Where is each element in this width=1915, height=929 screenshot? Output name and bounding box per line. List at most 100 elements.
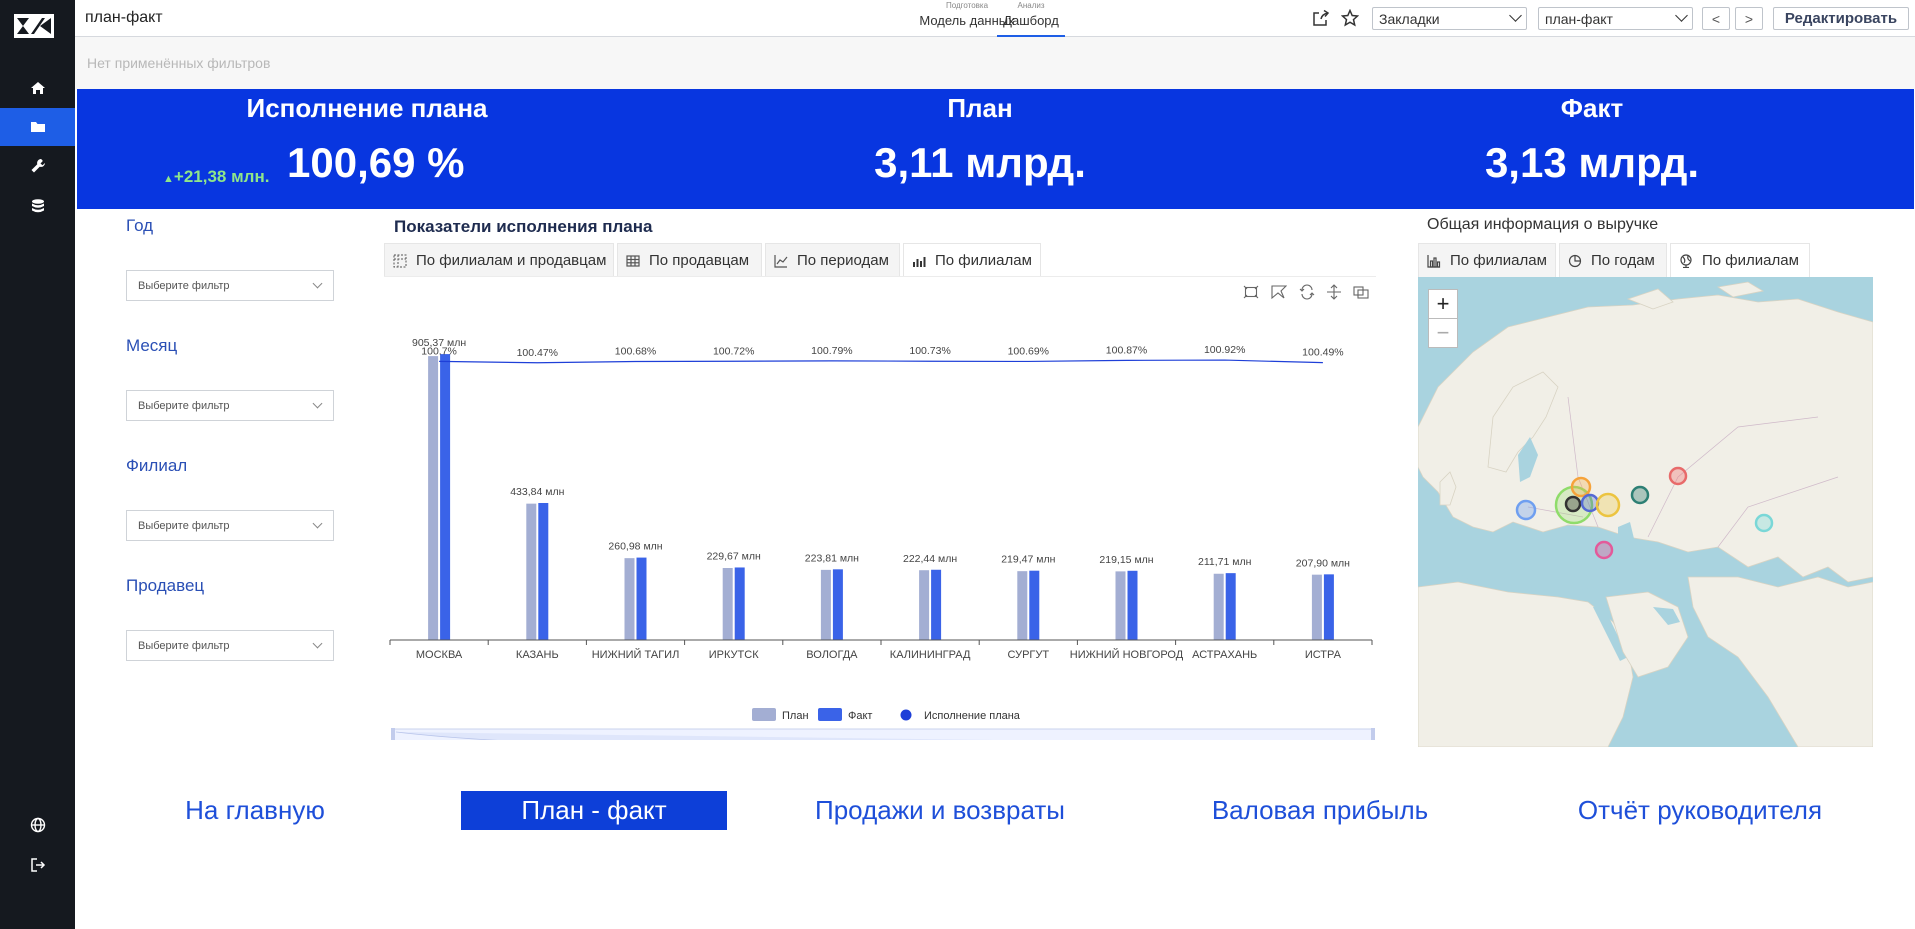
zoom-reset-icon[interactable] <box>1271 284 1287 300</box>
nav-home-link[interactable]: На главную <box>160 791 350 830</box>
filter-branch-select[interactable]: Выберите фильтр <box>126 510 334 541</box>
switch-type-icon[interactable] <box>1326 284 1342 300</box>
star-icon[interactable] <box>1340 8 1360 28</box>
map-marker-istra[interactable] <box>1564 495 1582 513</box>
tab-by-sellers[interactable]: По продавцам <box>617 243 762 277</box>
map-marker-vologda[interactable] <box>1570 476 1592 498</box>
bar-plan[interactable] <box>919 570 930 640</box>
home-icon[interactable] <box>0 69 75 107</box>
bar-plan[interactable] <box>1115 571 1126 640</box>
legend-label[interactable]: План <box>782 710 809 722</box>
bar-fact[interactable] <box>734 567 745 640</box>
kpi-plan-value: 3,11 млрд. <box>874 139 1086 186</box>
legend-swatch[interactable] <box>900 709 912 721</box>
filter-month-label: Месяц <box>126 336 178 355</box>
nav-manager-report-link[interactable]: Отчёт руководителя <box>1565 791 1835 830</box>
tab-dashboard[interactable]: Анализ Дашборд <box>997 0 1065 37</box>
map-tab-by-branches-map[interactable]: По филиалам <box>1670 243 1810 277</box>
bar-plan[interactable] <box>1213 573 1224 640</box>
bar-plan[interactable] <box>428 356 439 640</box>
save-image-icon[interactable] <box>1353 284 1369 300</box>
kpi-execution-value: 100,69 % <box>287 139 465 186</box>
filter-branch-placeholder: Выберите фильтр <box>138 520 230 532</box>
restore-icon[interactable] <box>1299 284 1315 300</box>
report-select-value: план-факт <box>1545 11 1613 27</box>
kpi-plan-title: План <box>947 93 1013 123</box>
map-zoom-out-button[interactable]: − <box>1428 318 1458 348</box>
execution-line[interactable] <box>439 359 1323 364</box>
bar-fact[interactable] <box>1127 570 1138 640</box>
bar-plan[interactable] <box>1311 574 1322 640</box>
data-zoom-handle-left[interactable] <box>391 728 395 740</box>
revenue-map[interactable] <box>1418 277 1873 747</box>
filter-seller-placeholder: Выберите фильтр <box>138 640 230 652</box>
chart-title: Показатели исполнения плана <box>394 217 653 236</box>
tab-by-branches-and-sellers[interactable]: По филиалам и продавцам <box>384 243 614 277</box>
database-icon[interactable] <box>0 187 75 225</box>
filter-month-select[interactable]: Выберите фильтр <box>126 390 334 421</box>
x-tick-label: ВОЛОГДА <box>806 649 858 661</box>
share-icon[interactable] <box>1311 8 1331 28</box>
legend-swatch[interactable] <box>818 708 842 721</box>
globe-icon[interactable] <box>0 806 75 844</box>
bar-plan[interactable] <box>1017 571 1028 640</box>
line-value-label: 100.79% <box>811 345 852 357</box>
edit-button[interactable]: Редактировать <box>1773 7 1909 30</box>
filter-branch-label: Филиал <box>126 456 188 475</box>
bookmarks-select[interactable]: Закладки <box>1372 7 1527 30</box>
bar-fact[interactable] <box>440 354 451 640</box>
nav-plan-fact-link[interactable]: План - факт <box>461 791 727 830</box>
data-zoom-handle-right[interactable] <box>1371 728 1375 740</box>
map-marker-n-tagil[interactable] <box>1630 485 1650 505</box>
map-marker-astrakhan[interactable] <box>1594 540 1614 560</box>
map-marker-irkutsk[interactable] <box>1754 513 1774 533</box>
map-marker-surgut[interactable] <box>1668 466 1688 486</box>
tab-label: По филиалам <box>935 252 1032 269</box>
filter-seller-select[interactable]: Выберите фильтр <box>126 630 334 661</box>
bar-value-label: 433,84 млн <box>510 486 564 498</box>
legend-label[interactable]: Факт <box>848 710 872 722</box>
report-select[interactable]: план-факт <box>1538 7 1693 30</box>
zoom-select-icon[interactable] <box>1243 284 1259 300</box>
bar-fact[interactable] <box>1029 570 1040 640</box>
chevron-down-icon <box>1675 9 1688 22</box>
legend-label[interactable]: Исполнение плана <box>924 710 1021 722</box>
x-tick-labels: МОСКВА КАЗАНЬ НИЖНИЙ ТАГИЛ ИРКУТСК ВОЛОГДА КА… <box>389 640 1373 661</box>
tab-by-branches[interactable]: По филиалам <box>903 243 1041 277</box>
pivot-icon <box>393 254 407 267</box>
bar-fact[interactable] <box>636 557 647 640</box>
map-canvas <box>1418 277 1873 747</box>
bar-plan[interactable] <box>526 503 537 640</box>
x-tick-label: СУРГУТ <box>1008 649 1050 661</box>
bar-fact[interactable] <box>1225 573 1236 640</box>
map-marker-kaliningrad[interactable] <box>1515 499 1537 521</box>
chart-legend[interactable]: План Факт Исполнение плана <box>752 708 1021 722</box>
filter-month-placeholder: Выберите фильтр <box>138 400 230 412</box>
bar-fact[interactable] <box>1323 574 1334 640</box>
bar-plan[interactable] <box>820 569 831 640</box>
filter-year-select[interactable]: Выберите фильтр <box>126 270 334 301</box>
map-tab-by-years[interactable]: По годам <box>1559 243 1667 277</box>
map-tab-by-branches-chart[interactable]: По филиалам <box>1418 243 1556 277</box>
map-zoom-in-button[interactable]: + <box>1428 289 1458 319</box>
map-marker-kazan[interactable] <box>1595 492 1621 518</box>
bar-fact[interactable] <box>931 569 942 640</box>
nav-gross-profit-link[interactable]: Валовая прибыль <box>1190 791 1450 830</box>
bar-plan[interactable] <box>624 558 635 640</box>
tab-by-periods[interactable]: По периодам <box>765 243 900 277</box>
chevron-down-icon <box>312 518 323 529</box>
legend-swatch[interactable] <box>752 708 776 721</box>
bar-fact[interactable] <box>538 502 549 640</box>
folder-icon[interactable] <box>0 108 75 146</box>
prev-button[interactable]: < <box>1702 7 1730 30</box>
app-logo[interactable] <box>14 14 54 38</box>
bar-fact[interactable] <box>832 569 843 640</box>
nav-sales-returns-link[interactable]: Продажи и возвраты <box>800 791 1080 830</box>
map-marker-n-novgorod[interactable] <box>1580 493 1600 513</box>
wrench-icon[interactable] <box>0 147 75 185</box>
next-button[interactable]: > <box>1735 7 1763 30</box>
bar-chart-icon <box>1427 254 1441 268</box>
tab-label: По филиалам и продавцам <box>416 252 607 269</box>
bar-plan[interactable] <box>722 568 733 640</box>
logout-icon[interactable] <box>0 846 75 884</box>
